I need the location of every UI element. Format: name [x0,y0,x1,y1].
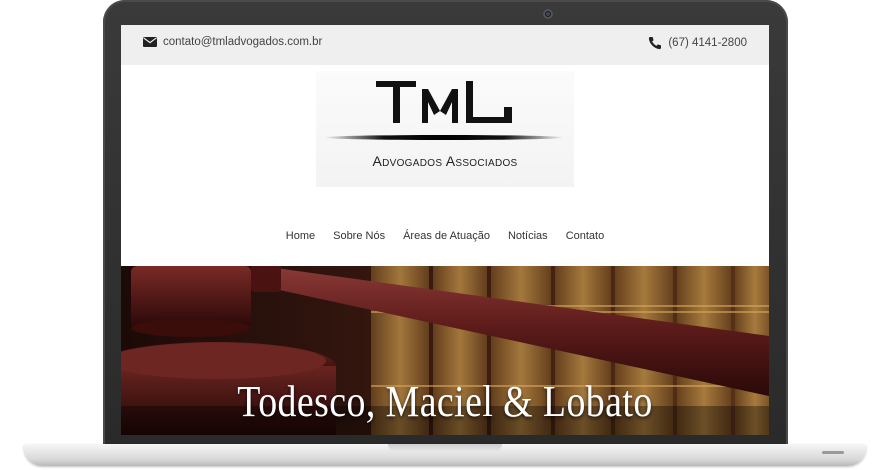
webcam-icon [543,9,553,19]
nav-contato[interactable]: Contato [566,230,605,242]
laptop-notch [388,444,502,452]
main-navigation: Home Sobre Nós Áreas de Atuação Notícias… [121,230,769,242]
website-screen: contato@tmladvogados.com.br (67) 4141-28… [121,25,769,435]
contact-bar: contato@tmladvogados.com.br (67) 4141-28… [121,25,769,65]
phone-contact[interactable]: (67) 4141-2800 [648,36,747,50]
logo-divider [324,135,564,140]
tml-logo-mark [376,81,512,123]
nav-home[interactable]: Home [286,230,315,242]
email-text[interactable]: contato@tmladvogados.com.br [163,36,322,48]
logo-subtitle: Advogados Associados [372,153,518,169]
nav-sobre-nos[interactable]: Sobre Nós [333,230,385,242]
email-contact[interactable]: contato@tmladvogados.com.br [143,36,322,48]
site-logo[interactable]: Advogados Associados [316,71,574,187]
hero-title: Todesco, Maciel & Lobato [237,377,653,426]
laptop-indicator [822,451,844,454]
nav-areas-de-atuacao[interactable]: Áreas de Atuação [403,230,490,242]
nav-noticias[interactable]: Notícias [508,230,548,242]
envelope-icon [143,37,157,47]
phone-text[interactable]: (67) 4141-2800 [668,37,747,49]
hero-banner: Todesco, Maciel & Lobato [121,266,769,435]
phone-icon [649,37,662,50]
